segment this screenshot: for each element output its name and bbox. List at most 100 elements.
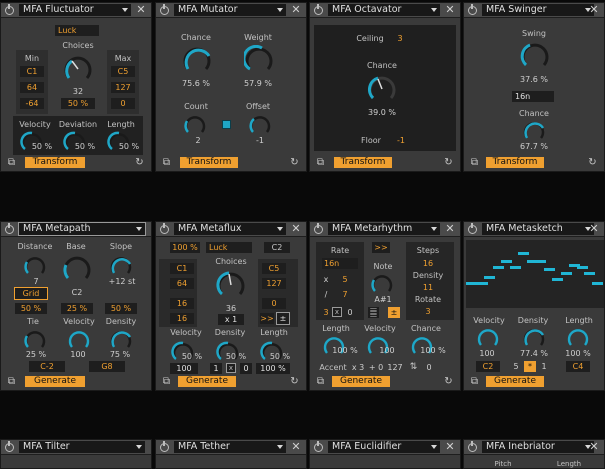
multiplier-box[interactable]: x 1 [218, 314, 244, 325]
power-icon[interactable] [468, 4, 477, 15]
divide-value[interactable]: 7 [340, 290, 350, 299]
pct-box-3[interactable]: 50 % [105, 303, 137, 314]
length-knob[interactable] [566, 326, 590, 350]
refresh-icon[interactable]: ↻ [289, 157, 300, 168]
scale-button[interactable]: * [524, 361, 536, 372]
mode-dropdown[interactable]: Luck [55, 25, 99, 36]
close-icon[interactable]: ✕ [589, 4, 599, 16]
min-len-box[interactable]: 16 [170, 298, 194, 309]
mode-dropdown[interactable]: Luck [206, 242, 252, 253]
accent-zero[interactable]: 0 [424, 363, 434, 372]
close-icon[interactable]: ✕ [445, 441, 455, 453]
refresh-icon[interactable]: ↻ [443, 376, 454, 387]
power-icon[interactable] [314, 4, 323, 15]
arrows-button[interactable]: >> [260, 313, 274, 324]
density-amount-box[interactable]: 1 [210, 363, 222, 374]
transform-button[interactable]: Transform [25, 157, 85, 168]
range-value[interactable]: 5 [512, 362, 520, 371]
pct-box[interactable]: 100 % [170, 242, 200, 253]
device-name-dropdown[interactable]: MFA Metasketch [482, 223, 594, 235]
power-icon[interactable] [160, 441, 169, 452]
base-knob[interactable] [62, 254, 92, 284]
slope-knob[interactable] [109, 254, 133, 278]
min-vel-box[interactable]: 64 [20, 82, 44, 93]
refresh-icon[interactable]: ↻ [443, 157, 454, 168]
x-button[interactable]: x [226, 363, 236, 373]
device-name-dropdown[interactable]: MFA Octavator [328, 4, 440, 16]
chance-knob[interactable] [366, 73, 398, 105]
choices-knob[interactable] [62, 53, 94, 85]
max-note-box[interactable]: C5 [111, 66, 135, 77]
device-name-dropdown[interactable]: MFA Metarhythm [328, 223, 440, 235]
generate-button[interactable]: Generate [486, 376, 544, 387]
link-icon[interactable]: ⧉ [6, 157, 17, 168]
generate-button[interactable]: Generate [332, 376, 390, 387]
link-icon[interactable]: ⧉ [161, 376, 172, 387]
pct-box-2[interactable]: 25 % [61, 303, 93, 314]
steps-value[interactable]: 16 [418, 259, 438, 268]
max-note-box[interactable]: C5 [262, 263, 286, 274]
device-name-dropdown[interactable]: MFA Euclidifier [328, 441, 440, 453]
link-icon[interactable]: ⧉ [161, 157, 172, 168]
high-note-box[interactable]: G8 [89, 361, 125, 372]
swing-knob[interactable] [520, 41, 550, 71]
accent-multiplier[interactable]: x 3 [350, 363, 366, 372]
density-knob[interactable] [522, 326, 546, 350]
refresh-icon[interactable]: ↻ [289, 376, 300, 387]
close-icon[interactable]: ✕ [136, 4, 146, 16]
transform-button[interactable]: Transform [334, 157, 392, 168]
velocity-knob[interactable] [67, 328, 91, 352]
max-value-box[interactable]: 0 [111, 98, 135, 109]
accent-velocity[interactable]: 127 [386, 363, 404, 372]
choices-knob[interactable] [215, 269, 247, 301]
toggle-button[interactable] [222, 120, 231, 129]
power-icon[interactable] [5, 4, 14, 15]
device-name-dropdown[interactable]: MFA Tether [174, 441, 286, 453]
max-vel-box[interactable]: 127 [111, 82, 135, 93]
power-icon[interactable] [160, 223, 169, 234]
length-amount-box[interactable]: 100 % [256, 363, 290, 374]
high-note-box[interactable]: C4 [566, 361, 590, 372]
grid-toggle[interactable]: Grid [14, 287, 48, 300]
low-note-box[interactable]: C2 [476, 361, 500, 372]
sketch-grid[interactable] [466, 240, 604, 308]
transform-button[interactable]: Transform [180, 157, 238, 168]
density-offset-box[interactable]: 0 [240, 363, 252, 374]
power-icon[interactable] [314, 441, 323, 452]
offset-knob[interactable] [248, 113, 272, 137]
refresh-icon[interactable]: ↻ [587, 157, 598, 168]
min-note-box[interactable]: C1 [20, 66, 44, 77]
max-vel-box[interactable]: 127 [262, 278, 286, 289]
link-icon[interactable]: ⧉ [469, 376, 480, 387]
piano-icon[interactable]: 𝄛 [368, 307, 379, 318]
device-name-dropdown[interactable]: MFA Inebriator [482, 441, 594, 453]
rate-dropdown[interactable]: 16n [322, 258, 358, 269]
min-vel-box[interactable]: 64 [170, 278, 194, 289]
x-button[interactable]: x [332, 307, 342, 317]
close-icon[interactable]: ✕ [589, 223, 599, 235]
device-name-dropdown[interactable]: MFA Mutator [174, 4, 286, 16]
close-icon[interactable]: ✕ [589, 441, 599, 453]
zero-value[interactable]: 0 [346, 308, 354, 317]
vel-amount-box[interactable]: 100 [170, 363, 198, 374]
device-name-dropdown[interactable]: MFA Metapath [18, 222, 146, 236]
weight-knob[interactable] [244, 45, 274, 75]
min-note-box[interactable]: C1 [170, 263, 194, 274]
device-name-dropdown[interactable]: MFA Metaflux [174, 223, 286, 235]
generate-button[interactable]: Generate [25, 376, 85, 387]
min-value-box[interactable]: -64 [20, 98, 44, 109]
choices-pct-box[interactable]: 50 % [61, 98, 95, 109]
note-knob[interactable] [370, 272, 394, 296]
close-icon[interactable]: ✕ [291, 223, 301, 235]
refresh-icon[interactable]: ↻ [134, 157, 145, 168]
max-len-box[interactable]: 0 [262, 298, 286, 309]
distance-knob[interactable] [23, 254, 47, 278]
density-value[interactable]: 11 [418, 283, 438, 292]
power-icon[interactable] [468, 223, 477, 234]
power-icon[interactable] [5, 441, 14, 452]
link-icon[interactable]: ⧉ [315, 157, 326, 168]
transform-button[interactable]: Transform [486, 157, 544, 168]
rotate-value[interactable]: 3 [418, 307, 438, 316]
power-icon[interactable] [468, 441, 477, 452]
plus-minus-button[interactable]: ± [276, 312, 290, 325]
